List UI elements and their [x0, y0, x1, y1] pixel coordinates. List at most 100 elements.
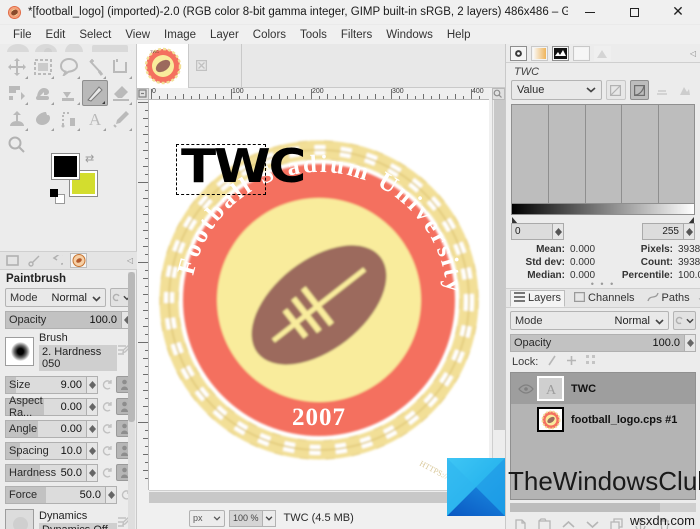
images-tab-icon[interactable]: [48, 253, 65, 268]
histogram-range-handles[interactable]: [511, 215, 695, 223]
opacity-slider[interactable]: Opacity 100.0: [5, 310, 122, 329]
dock-menu-arrow[interactable]: ◁: [690, 49, 696, 58]
size-slider[interactable]: Size 9.00: [5, 375, 87, 394]
tab-paths[interactable]: Paths: [644, 291, 693, 306]
tool-options-scrollbar[interactable]: [128, 272, 135, 529]
layer-visibility-icon[interactable]: [515, 383, 537, 394]
layers-horizontal-scrollbar[interactable]: [510, 503, 696, 512]
duplicate-layer-icon[interactable]: [610, 518, 623, 529]
text-tool[interactable]: A: [82, 106, 108, 132]
menu-filters[interactable]: Filters: [334, 27, 379, 43]
paths-tool[interactable]: [56, 106, 82, 132]
tool-options-tab-icon[interactable]: [4, 253, 21, 268]
unit-selector[interactable]: px: [189, 509, 225, 527]
document-history-tab-icon[interactable]: [70, 253, 87, 268]
color-picker-tool[interactable]: [108, 106, 134, 132]
layer-opacity-slider[interactable]: Opacity 100.0: [510, 333, 685, 352]
spacing-stepper[interactable]: [87, 441, 98, 460]
range-min-stepper[interactable]: [553, 223, 564, 240]
menu-file[interactable]: File: [6, 27, 39, 43]
text-layer-selection[interactable]: TWC: [176, 143, 306, 195]
hardness-slider[interactable]: Hardness 50.0: [5, 463, 87, 482]
aspect-ratio-reset-icon[interactable]: [101, 401, 114, 412]
swap-colors-icon[interactable]: ⇄: [85, 152, 94, 165]
aspect-ratio-slider[interactable]: Aspect Ra... 0.00: [5, 395, 87, 419]
dynamics-value[interactable]: Dynamics Off: [39, 523, 117, 529]
vertical-ruler[interactable]: [137, 100, 149, 490]
new-layer-group-icon[interactable]: [538, 518, 551, 529]
angle-stepper[interactable]: [87, 419, 98, 438]
dynamics-thumbnail[interactable]: [5, 509, 34, 529]
canvas-vertical-scrollbar[interactable]: [492, 100, 505, 490]
zoom-image-button[interactable]: [492, 88, 505, 100]
logarithmic-histogram-button[interactable]: [629, 80, 649, 100]
close-button[interactable]: ✕: [656, 0, 700, 25]
brush-value[interactable]: 2. Hardness 050: [39, 345, 117, 371]
layer-row-football-logo[interactable]: football_logo.cps #1: [511, 404, 695, 435]
paint-mode-combo[interactable]: Mode Normal: [5, 288, 106, 307]
brush-thumbnail[interactable]: [5, 337, 34, 366]
histogram-tab-icon[interactable]: [510, 45, 527, 61]
dock-menu-arrow[interactable]: ◁: [127, 256, 133, 265]
layer-name-twc[interactable]: TWC: [571, 383, 596, 395]
layer-mode-extra-button[interactable]: [673, 311, 696, 330]
new-layer-icon[interactable]: [514, 518, 527, 529]
menu-colors[interactable]: Colors: [246, 27, 293, 43]
bucket-fill-tool[interactable]: [56, 80, 82, 106]
lock-position-icon[interactable]: [566, 355, 577, 369]
clone-tool[interactable]: [4, 106, 30, 132]
histogram-plot[interactable]: [511, 104, 695, 204]
angle-slider[interactable]: Angle 0.00: [5, 419, 87, 438]
zoom-tool[interactable]: [4, 132, 30, 158]
lock-alpha-icon[interactable]: [586, 355, 597, 369]
dock-resize-grip[interactable]: • • •: [506, 280, 700, 289]
rectangle-select-tool[interactable]: [30, 54, 56, 80]
hardness-reset-icon[interactable]: [101, 467, 114, 478]
menu-image[interactable]: Image: [157, 27, 203, 43]
aspect-ratio-stepper[interactable]: [87, 397, 98, 416]
menu-tools[interactable]: Tools: [293, 27, 334, 43]
menu-help[interactable]: Help: [440, 27, 478, 43]
range-max-stepper[interactable]: [684, 223, 695, 240]
smudge-tool[interactable]: [30, 106, 56, 132]
hardness-stepper[interactable]: [87, 463, 98, 482]
default-colors-black[interactable]: [50, 189, 58, 197]
zoom-out-histogram-button[interactable]: [653, 80, 672, 100]
document-tab-football-logo[interactable]: TWC: [137, 43, 189, 88]
spacing-reset-icon[interactable]: [101, 445, 114, 456]
layer-thumbnail-logo[interactable]: [537, 407, 564, 432]
fuzzy-select-tool[interactable]: [82, 54, 108, 80]
menu-select[interactable]: Select: [72, 27, 118, 43]
move-tool[interactable]: [4, 54, 30, 80]
unified-transform-tool[interactable]: [4, 80, 30, 106]
menu-view[interactable]: View: [118, 27, 157, 43]
eraser-tool[interactable]: [108, 80, 134, 106]
undo-history-tab-icon[interactable]: [26, 253, 43, 268]
menu-layer[interactable]: Layer: [203, 27, 246, 43]
foreground-color-swatch[interactable]: [51, 153, 80, 180]
crop-tool[interactable]: [108, 54, 134, 80]
document-history-tab-icon[interactable]: [573, 45, 590, 61]
gradients-tab-icon[interactable]: [531, 45, 548, 61]
range-min-field[interactable]: 0: [511, 223, 553, 240]
chevron-down-icon[interactable]: [261, 510, 275, 526]
force-slider[interactable]: Force 50.0: [5, 485, 106, 504]
raise-layer-icon[interactable]: [562, 520, 575, 529]
zoom-selector[interactable]: 100 %: [229, 509, 276, 527]
lower-layer-icon[interactable]: [586, 520, 599, 529]
layer-opacity-stepper[interactable]: [685, 333, 696, 352]
canvas-horizontal-scrollbar[interactable]: [149, 490, 489, 503]
force-stepper[interactable]: [106, 485, 117, 504]
layer-name-football-logo[interactable]: football_logo.cps #1: [571, 414, 677, 426]
range-max-field[interactable]: 255: [642, 223, 684, 240]
close-tab-icon[interactable]: [194, 59, 208, 73]
size-stepper[interactable]: [87, 375, 98, 394]
tab-layers[interactable]: Layers: [510, 289, 566, 307]
spacing-slider[interactable]: Spacing 10.0: [5, 441, 87, 460]
pointer-tab-icon[interactable]: [594, 45, 611, 61]
tab-channels[interactable]: Channels: [571, 291, 637, 306]
warp-transform-tool[interactable]: [30, 80, 56, 106]
ruler-origin-button[interactable]: [137, 88, 149, 100]
free-select-tool[interactable]: [56, 54, 82, 80]
size-reset-icon[interactable]: [101, 379, 114, 390]
